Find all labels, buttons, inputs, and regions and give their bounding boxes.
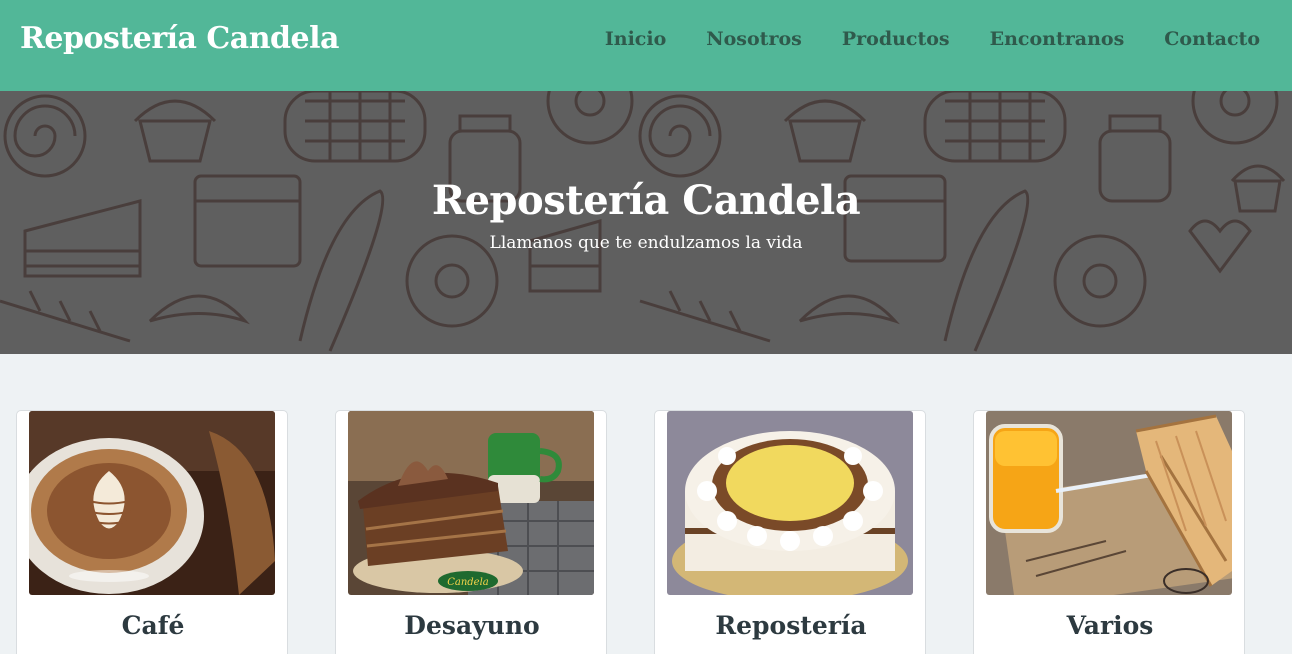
nav-link-inicio[interactable]: Inicio — [605, 28, 666, 50]
hero-banner: Repostería Candela Llamanos que te endul… — [0, 91, 1292, 354]
product-card-cafe[interactable]: Café — [16, 410, 288, 654]
product-card-desayuno[interactable]: Candela Desayuno — [335, 410, 607, 654]
coffee-latte-image[interactable] — [29, 411, 275, 595]
product-card-varios[interactable]: Varios — [973, 410, 1245, 654]
hero-title: Repostería Candela — [431, 177, 861, 224]
nav-link-productos[interactable]: Productos — [842, 28, 950, 50]
cream-cake-image[interactable] — [667, 411, 913, 595]
hero-subtitle: Llamanos que te endulzamos la vida — [489, 233, 803, 253]
product-title: Varios — [1066, 611, 1154, 640]
brand-logo-link[interactable]: Repostería Candela — [20, 21, 339, 56]
toast-and-orange-juice-image[interactable] — [986, 411, 1232, 595]
product-title: Café — [121, 611, 185, 640]
top-navbar: Repostería Candela Inicio Nosotros Produ… — [0, 0, 1292, 91]
main-nav: Inicio Nosotros Productos Encontranos Co… — [565, 28, 1260, 50]
nav-link-contacto[interactable]: Contacto — [1164, 28, 1260, 50]
nav-link-encontranos[interactable]: Encontranos — [990, 28, 1125, 50]
chocolate-cake-slice-image[interactable]: Candela — [348, 411, 594, 595]
product-card-reposteria[interactable]: Repostería — [654, 410, 926, 654]
product-title: Repostería — [715, 611, 867, 640]
nav-link-nosotros[interactable]: Nosotros — [706, 28, 802, 50]
svg-text:Candela: Candela — [447, 577, 489, 588]
product-title: Desayuno — [404, 611, 540, 640]
